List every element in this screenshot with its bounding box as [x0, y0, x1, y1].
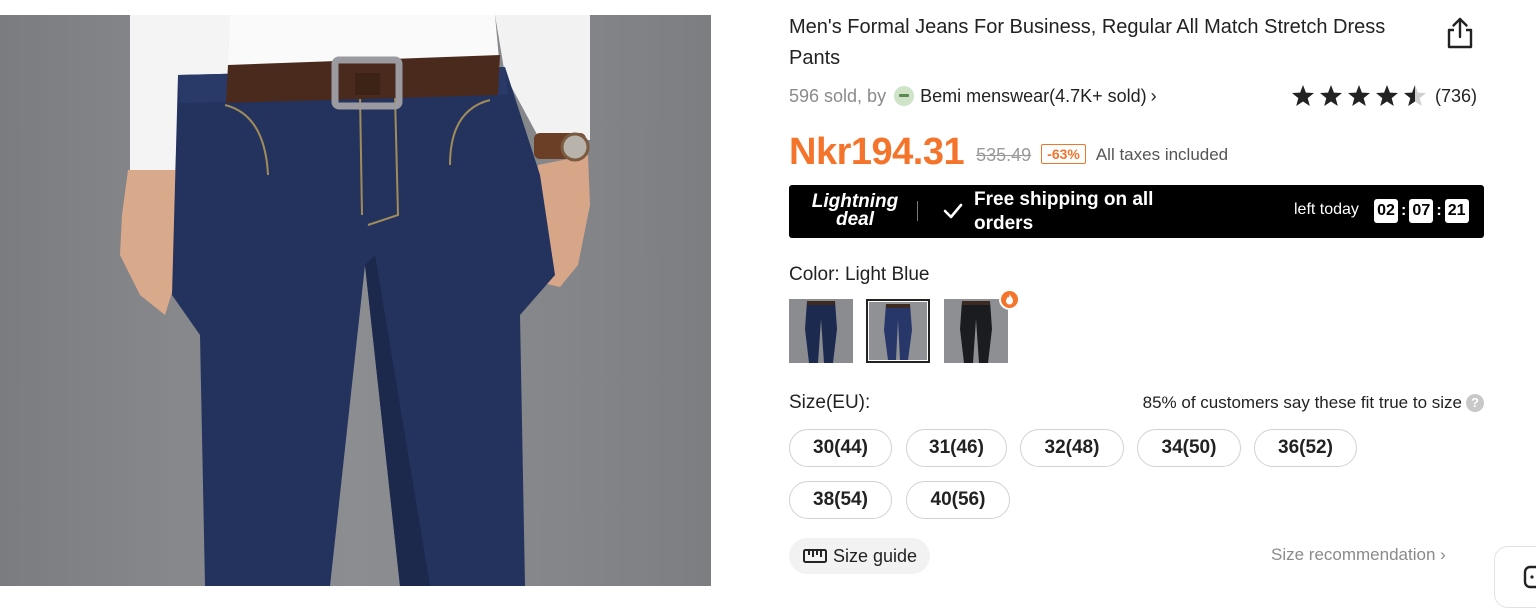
size-guide-label: Size guide: [833, 545, 918, 566]
size-label: Size(EU):: [789, 392, 871, 413]
swatch-light-blue[interactable]: [866, 299, 930, 363]
divider: [917, 201, 918, 221]
size-option[interactable]: 32(48): [1020, 429, 1124, 467]
discount-badge: -63%: [1041, 144, 1086, 164]
free-shipping-text: Free shipping on all orders: [974, 189, 1154, 234]
store-link[interactable]: Bemi menswear(4.7K+ sold): [920, 86, 1147, 107]
size-recommendation-link[interactable]: Size recommendation ›: [1271, 545, 1446, 565]
star-half-icon: [1404, 85, 1426, 106]
size-option[interactable]: 38(54): [789, 481, 892, 519]
star-icon: [1292, 85, 1314, 106]
help-icon[interactable]: ?: [1466, 394, 1484, 412]
size-option[interactable]: 40(56): [906, 481, 1010, 519]
fit-note-text: 85% of customers say these fit true to s…: [1142, 393, 1462, 412]
check-icon: [943, 203, 963, 219]
chat-button[interactable]: [1494, 546, 1536, 608]
fit-note: 85% of customers say these fit true to s…: [1143, 393, 1484, 413]
timer-hours: 02: [1374, 199, 1398, 223]
lightning-deal-badge: Lightning deal: [811, 191, 899, 230]
swatch-black[interactable]: [944, 299, 1008, 363]
rating-summary[interactable]: (736): [1292, 83, 1477, 109]
tax-note: All taxes included: [1095, 145, 1229, 164]
sold-count: 596 sold, by: [789, 85, 887, 106]
star-icon: [1376, 85, 1398, 106]
original-price: 535.49: [976, 144, 1032, 165]
flame-icon: [999, 289, 1020, 310]
swatch-dark-blue[interactable]: [789, 299, 853, 363]
color-label: Color: Light Blue: [789, 264, 930, 285]
product-title: Men's Formal Jeans For Business, Regular…: [789, 16, 1386, 69]
countdown-timer: 02 : 07 : 21: [1374, 199, 1469, 223]
timer-minutes: 07: [1409, 199, 1434, 223]
chevron-right-icon: ›: [1150, 85, 1157, 106]
ruler-icon: [803, 549, 827, 563]
review-count: (736): [1435, 85, 1478, 106]
size-option[interactable]: 31(46): [906, 429, 1007, 467]
star-icon: [1320, 85, 1342, 106]
sales-store-row: 596 sold, by Bemi menswear(4.7K+ sold) ›: [789, 84, 1157, 108]
star-icon: [1348, 85, 1370, 106]
size-option[interactable]: 34(50): [1137, 429, 1241, 467]
timer-seconds: 21: [1444, 199, 1469, 223]
star-rating: [1292, 85, 1426, 106]
share-icon: [1447, 17, 1473, 49]
current-price: Nkr194.31: [789, 130, 965, 173]
size-guide-button[interactable]: Size guide: [789, 538, 930, 574]
share-button[interactable]: [1444, 16, 1476, 50]
lightning-deal-banner: Lightning deal Free shipping on all orde…: [789, 185, 1484, 238]
store-logo: [894, 86, 915, 106]
time-left-label: left today: [1294, 201, 1359, 218]
product-main-image[interactable]: [0, 15, 711, 586]
jeans-photo: [120, 15, 590, 586]
price-row: Nkr194.31 535.49 -63% All taxes included: [789, 128, 1228, 176]
chat-icon: [1523, 565, 1536, 589]
size-option[interactable]: 30(44): [789, 429, 892, 467]
size-option[interactable]: 36(52): [1254, 429, 1357, 467]
